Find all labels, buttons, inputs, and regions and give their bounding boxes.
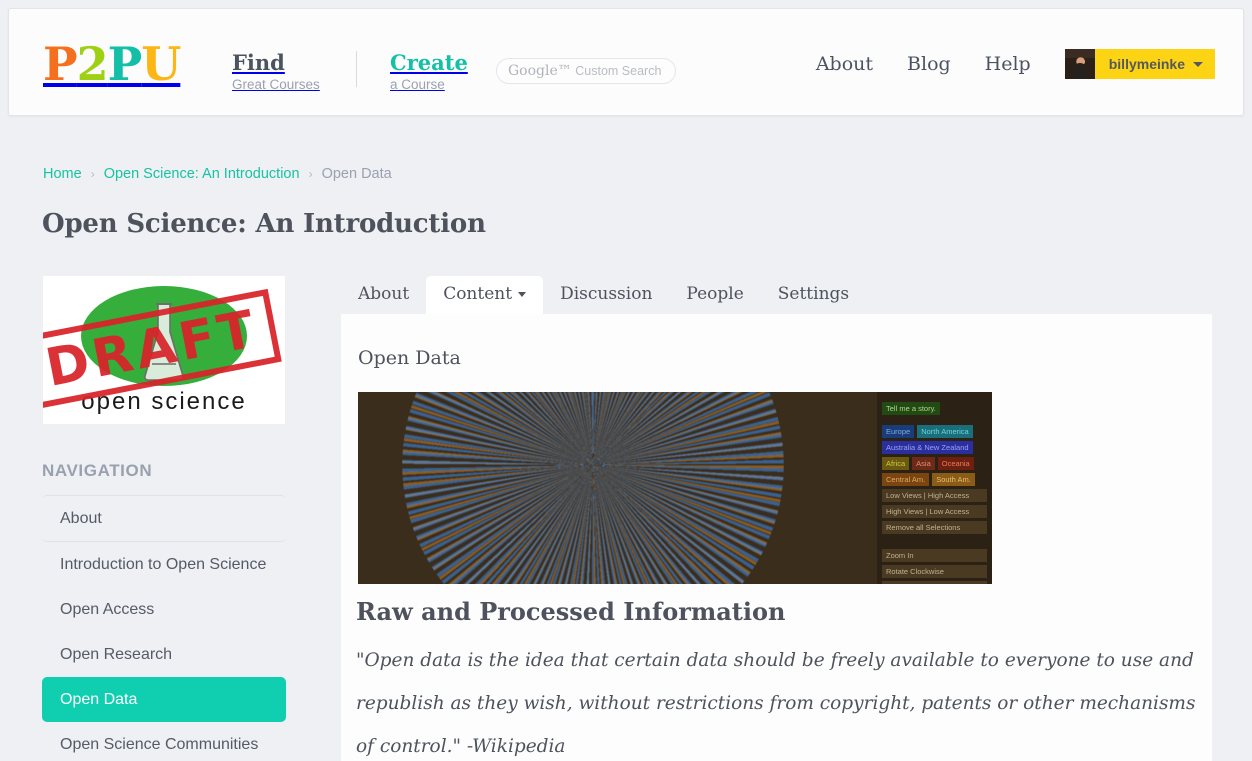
legend-filter-low-views-high-access[interactable]: Low Views | High Access	[882, 489, 987, 502]
sidebar-item-open-science-communities[interactable]: Open Science Communities	[42, 722, 286, 761]
chevron-down-icon	[518, 292, 526, 297]
course-tabs: About Content Discussion People Settings	[341, 276, 866, 314]
chevron-down-icon	[1193, 62, 1203, 67]
content-title: Open Data	[341, 314, 1212, 369]
legend-chip-australia-new-zealand[interactable]: Australia & New Zealand	[882, 441, 973, 454]
legend-chip-asia[interactable]: Asia	[912, 457, 935, 470]
breadcrumb-separator: ›	[309, 167, 313, 181]
tab-discussion[interactable]: Discussion	[543, 276, 669, 314]
nav-blog[interactable]: Blog	[907, 52, 951, 76]
logo-letter-u: U	[141, 41, 180, 87]
course-thumbnail[interactable]: open science DRAFT	[42, 275, 286, 425]
legend-chip-south-america[interactable]: South Am.	[932, 473, 975, 486]
data-visualization[interactable]: Tell me a story. Europe North America Au…	[358, 392, 992, 584]
nav-help[interactable]: Help	[985, 52, 1031, 76]
nav-about[interactable]: About	[816, 52, 873, 76]
tab-about[interactable]: About	[341, 276, 426, 314]
tab-label: People	[686, 284, 743, 305]
tell-me-a-story-button[interactable]: Tell me a story.	[882, 402, 940, 415]
legend-chip-oceania[interactable]: Oceania	[938, 457, 974, 470]
legend-row-2: Australia & New Zealand	[882, 441, 987, 454]
user-menu[interactable]: billymeinke	[1065, 49, 1215, 79]
sidebar: open science DRAFT NAVIGATION About Intr…	[42, 275, 286, 761]
sidebar-item-introduction-to-open-science[interactable]: Introduction to Open Science	[42, 542, 286, 587]
legend-row-4: Central Am. South Am.	[882, 473, 987, 486]
chord-diagram-bars-orange	[392, 392, 794, 584]
nav-create-title: Create	[390, 51, 468, 75]
page-root: P 2 P U Find Great Courses Create a Cour…	[0, 0, 1252, 761]
article-quote: "Open data is the idea that certain data…	[356, 639, 1196, 761]
tab-people[interactable]: People	[669, 276, 760, 314]
header-right-nav: About Blog Help billymeinke	[816, 49, 1215, 79]
nav-find[interactable]: Find Great Courses	[232, 51, 320, 92]
article-heading: Raw and Processed Information	[356, 597, 785, 626]
breadcrumb-item-course[interactable]: Open Science: An Introduction	[104, 166, 300, 182]
legend-chip-europe[interactable]: Europe	[882, 425, 914, 438]
sidebar-item-label: Open Access	[60, 601, 154, 618]
tab-settings[interactable]: Settings	[761, 276, 866, 314]
legend-chip-africa[interactable]: Africa	[882, 457, 909, 470]
sidebar-item-label: Introduction to Open Science	[60, 556, 266, 573]
sidebar-item-about[interactable]: About	[42, 495, 286, 542]
tab-label: About	[358, 284, 409, 305]
breadcrumb-separator: ›	[91, 167, 95, 181]
tab-label: Content	[443, 284, 512, 305]
search-input[interactable]: Google™ Custom Search	[496, 58, 676, 84]
sidebar-item-label: About	[60, 510, 102, 527]
tab-content[interactable]: Content	[426, 276, 543, 314]
nav-find-title: Find	[232, 51, 320, 75]
control-rotate-counterclockwise[interactable]: Rotate Counterclockwise	[882, 581, 987, 584]
sidebar-item-label: Open Data	[60, 691, 137, 708]
sidebar-item-open-data[interactable]: Open Data	[42, 677, 286, 722]
breadcrumb-item-home[interactable]: Home	[43, 166, 82, 182]
legend-row-3: Africa Asia Oceania	[882, 457, 987, 470]
legend-row-1: Europe North America	[882, 425, 987, 438]
nav-find-subtitle: Great Courses	[232, 77, 320, 92]
search-placeholder: Google™ Custom Search	[497, 63, 661, 79]
legend-filter-remove-all-selections[interactable]: Remove all Selections	[882, 521, 987, 534]
search-label: Custom Search	[575, 64, 661, 78]
tab-label: Discussion	[560, 284, 652, 305]
legend-filter-high-views-low-access[interactable]: High Views | Low Access	[882, 505, 987, 518]
avatar	[1065, 49, 1095, 79]
control-rotate-clockwise[interactable]: Rotate Clockwise	[882, 565, 987, 578]
username-label: billymeinke	[1109, 56, 1185, 72]
nav-create[interactable]: Create a Course	[390, 51, 468, 92]
legend-spacer	[882, 537, 987, 549]
legend-chip-north-america[interactable]: North America	[917, 425, 973, 438]
nav-create-subtitle: a Course	[390, 77, 468, 92]
sidebar-item-open-research[interactable]: Open Research	[42, 632, 286, 677]
logo-letter-2: 2	[77, 41, 108, 87]
google-brand-label: Google™	[508, 63, 572, 79]
visualization-legend: Tell me a story. Europe North America Au…	[877, 392, 992, 584]
logo-letter-p2: P	[108, 41, 142, 87]
legend-chip-central-america[interactable]: Central Am.	[882, 473, 929, 486]
p2pu-logo[interactable]: P 2 P U	[43, 41, 180, 87]
page-title: Open Science: An Introduction	[42, 209, 486, 239]
sidebar-item-label: Open Research	[60, 646, 172, 663]
sidebar-nav-list: About Introduction to Open Science Open …	[42, 495, 286, 761]
breadcrumb-item-current: Open Data	[322, 166, 392, 182]
site-header: P 2 P U Find Great Courses Create a Cour…	[8, 8, 1244, 116]
sidebar-item-label: Open Science Communities	[60, 736, 258, 753]
tab-label: Settings	[778, 284, 849, 305]
logo-letter-p1: P	[43, 41, 77, 87]
sidebar-item-open-access[interactable]: Open Access	[42, 587, 286, 632]
header-divider	[356, 51, 357, 87]
content-panel: Open Data Tell me a story. Europe North …	[341, 314, 1212, 761]
sidebar-nav-heading: NAVIGATION	[42, 461, 286, 495]
breadcrumb: Home › Open Science: An Introduction › O…	[43, 166, 392, 182]
control-zoom-in[interactable]: Zoom In	[882, 549, 987, 562]
username-pill[interactable]: billymeinke	[1095, 49, 1215, 79]
